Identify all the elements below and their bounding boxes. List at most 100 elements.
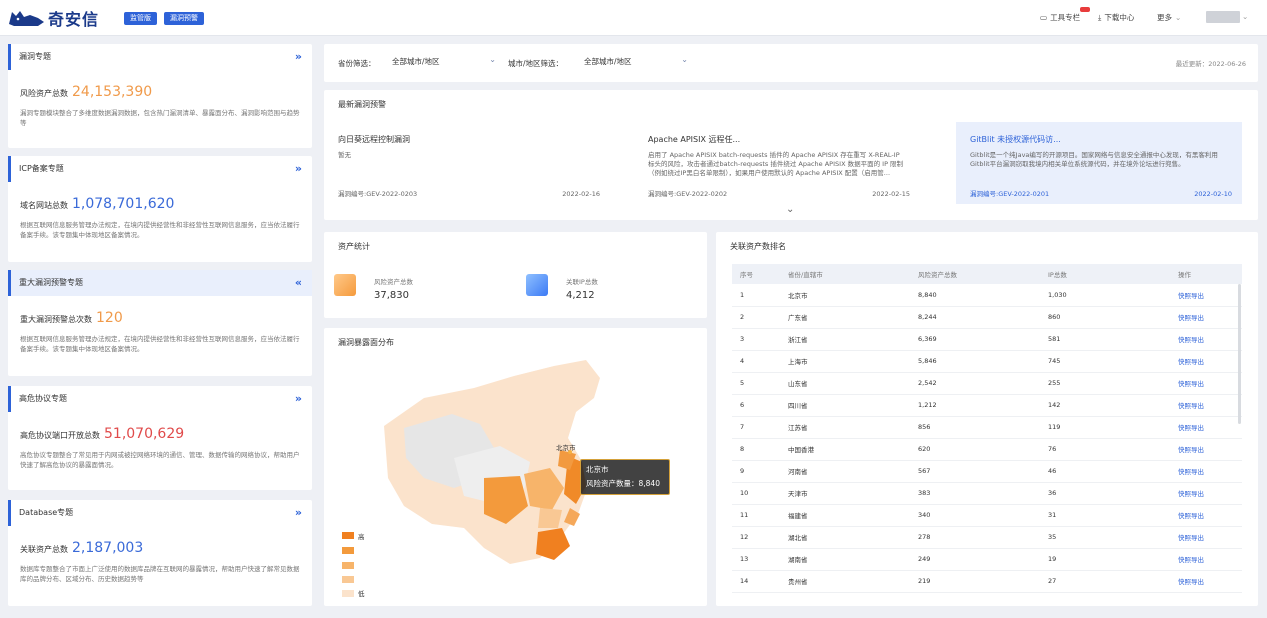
table-cell: 湖北省 <box>780 526 910 549</box>
table-row: 1 北京市 8,840 1,030 快照导出 <box>732 284 1242 307</box>
chevron-down-icon: ⌄ <box>1175 13 1182 22</box>
metric-value: 51,070,629 <box>104 426 185 442</box>
table-cell: 278 <box>910 526 1040 549</box>
table-cell: 12 <box>732 526 780 549</box>
new-badge <box>1080 7 1090 12</box>
province-filter-label: 省份筛选： <box>338 59 376 68</box>
topic-card-header[interactable]: Database专题 » <box>8 500 312 526</box>
top-bar: 奇安信 监管版 漏洞预警 ▭ 工具专栏 ⤓ 下载中心 更多 ⌄ ⌄ <box>0 0 1267 36</box>
table-cell: 6,369 <box>910 328 1040 351</box>
snapshot-export-link[interactable]: 快照导出 <box>1170 504 1242 527</box>
user-avatar[interactable] <box>1206 11 1240 23</box>
table-cell: 5,846 <box>910 350 1040 373</box>
snapshot-export-link[interactable]: 快照导出 <box>1170 372 1242 395</box>
latest-warnings-panel: 最新漏洞预警 向日葵远程控制漏洞 暂无 漏洞编号:GEV-2022-0203 2… <box>324 90 1258 220</box>
topic-card-header[interactable]: 重大漏洞预警专题 « <box>8 270 312 296</box>
section-title: 最新漏洞预警 <box>338 100 386 109</box>
double-chevron-right-icon[interactable]: » <box>295 44 302 70</box>
tag-vuln-warning[interactable]: 漏洞预警 <box>164 12 204 25</box>
topic-card-header[interactable]: 高危协议专题 » <box>8 386 312 412</box>
topic-card[interactable]: 漏洞专题 » 风险资产总数 24,153,390 漏洞专题模块整合了多维度数据漏洞数… <box>8 44 312 148</box>
logo[interactable]: 奇安信 <box>8 6 99 30</box>
toolbox-icon: ▭ <box>1040 13 1048 22</box>
topic-card-header[interactable]: ICP备案专题 » <box>8 156 312 182</box>
table-cell: 8 <box>732 438 780 461</box>
table-row: 13 湖南省 249 19 快照导出 <box>732 548 1242 571</box>
table-scrollbar[interactable] <box>1238 284 1241 424</box>
table-cell: 860 <box>1040 306 1170 329</box>
warning-id: 漏洞编号:GEV-2022-0201 <box>970 190 1050 198</box>
table-cell: 9 <box>732 460 780 483</box>
metric-label: 域名网站总数 <box>20 201 68 210</box>
topic-title: 高危协议专题 <box>19 394 67 403</box>
double-chevron-right-icon[interactable]: » <box>295 386 302 412</box>
warning-desc: Gitblit是一个纯Java编写的开源项目。国家网络与信息安全通报中心发现，有… <box>970 151 1218 168</box>
metric-value: 120 <box>96 310 123 326</box>
tools-menu[interactable]: ▭ 工具专栏 <box>1040 12 1080 23</box>
table-cell: 6 <box>732 394 780 417</box>
section-title: 资产统计 <box>338 242 370 251</box>
double-chevron-left-icon[interactable]: « <box>295 270 302 296</box>
topic-card[interactable]: 重大漏洞预警专题 « 重大漏洞预警总次数 120 根据互联网信息服务管理办法规定，在… <box>8 270 312 376</box>
snapshot-export-link[interactable]: 快照导出 <box>1170 284 1242 307</box>
snapshot-export-link[interactable]: 快照导出 <box>1170 416 1242 439</box>
tag-supervision[interactable]: 监管版 <box>124 12 157 25</box>
risk-asset-value: 37,830 <box>374 290 409 301</box>
download-label: 下载中心 <box>1104 13 1135 22</box>
topic-title: 漏洞专题 <box>19 52 51 61</box>
snapshot-export-link[interactable]: 快照导出 <box>1170 548 1242 571</box>
double-chevron-right-icon[interactable]: » <box>295 156 302 182</box>
double-chevron-right-icon[interactable]: » <box>295 500 302 526</box>
snapshot-export-link[interactable]: 快照导出 <box>1170 394 1242 417</box>
table-row: 12 湖北省 278 35 快照导出 <box>732 526 1242 549</box>
warning-item[interactable]: GitBlit 未授权源代码访... Gitblit是一个纯Java编写的开源项… <box>956 122 1242 204</box>
warning-date: 2022-02-16 <box>562 190 600 198</box>
table-cell: 119 <box>1040 416 1170 439</box>
expand-chevron-icon[interactable]: ⌄ <box>786 204 794 215</box>
topic-title: ICP备案专题 <box>19 164 64 173</box>
ip-label: 关联IP总数 <box>566 278 598 286</box>
snapshot-export-link[interactable]: 快照导出 <box>1170 328 1242 351</box>
table-cell: 745 <box>1040 350 1170 373</box>
snapshot-export-link[interactable]: 快照导出 <box>1170 460 1242 483</box>
table-cell: 天津市 <box>780 482 910 505</box>
table-row: 11 福建省 340 31 快照导出 <box>732 504 1242 527</box>
column-header: 省份/直辖市 <box>780 264 910 284</box>
snapshot-export-link[interactable]: 快照导出 <box>1170 482 1242 505</box>
table-cell: 219 <box>910 570 1040 593</box>
download-center[interactable]: ⤓ 下载中心 <box>1098 12 1134 23</box>
table-cell: 1,212 <box>910 394 1040 417</box>
snapshot-export-link[interactable]: 快照导出 <box>1170 350 1242 373</box>
snapshot-export-link[interactable]: 快照导出 <box>1170 306 1242 329</box>
city-filter-label: 城市/地区筛选： <box>508 59 564 68</box>
topic-title: Database专题 <box>19 508 74 517</box>
legend-high: 高 <box>358 532 365 541</box>
city-select[interactable]: 全部城市/地区 ⌄ <box>584 55 692 70</box>
table-cell: 7 <box>732 416 780 439</box>
topic-metric: 域名网站总数 1,078,701,620 <box>20 196 174 212</box>
table-cell: 19 <box>1040 548 1170 571</box>
table-cell: 山东省 <box>780 372 910 395</box>
table-row: 8 中国香港 620 76 快照导出 <box>732 438 1242 461</box>
topic-card[interactable]: Database专题 » 关联资产总数 2,187,003 数据库专题整合了市面上广… <box>8 500 312 606</box>
snapshot-export-link[interactable]: 快照导出 <box>1170 570 1242 593</box>
topic-description: 漏洞专题模块整合了多维度数据漏洞数据，包含热门漏洞清单、暴露面分布、漏洞影响范围… <box>20 109 300 127</box>
table-cell: 5 <box>732 372 780 395</box>
user-chevron-icon[interactable]: ⌄ <box>1242 12 1248 21</box>
more-menu[interactable]: 更多 ⌄ <box>1157 12 1181 23</box>
topic-card[interactable]: ICP备案专题 » 域名网站总数 1,078,701,620 根据互联网信息服务管理… <box>8 156 312 262</box>
metric-label: 关联资产总数 <box>20 545 68 554</box>
exposure-map-panel: 漏洞暴露面分布 北京市 高 低 北京市 风险资产数量：8,840 <box>324 328 707 606</box>
warning-item[interactable]: Apache APISIX 远程任... 启用了 Apache APISIX b… <box>634 122 920 204</box>
warning-desc: 启用了 Apache APISIX batch-requests 插件的 Apa… <box>648 151 904 177</box>
province-select[interactable]: 全部城市/地区 ⌄ <box>392 55 500 70</box>
snapshot-export-link[interactable]: 快照导出 <box>1170 526 1242 549</box>
table-row: 3 浙江省 6,369 581 快照导出 <box>732 328 1242 351</box>
warning-id: 漏洞编号:GEV-2022-0203 <box>338 190 418 198</box>
chevron-down-icon: ⌄ <box>489 55 496 64</box>
warning-item[interactable]: 向日葵远程控制漏洞 暂无 漏洞编号:GEV-2022-0203 2022-02-… <box>324 122 610 204</box>
topic-card-header[interactable]: 漏洞专题 » <box>8 44 312 70</box>
topic-card[interactable]: 高危协议专题 » 高危协议端口开放总数 51,070,629 高危协议专题整合了常见… <box>8 386 312 490</box>
topic-description: 数据库专题整合了市面上广泛使用的数据库品牌在互联网的暴露情况，帮助用户快速了解常… <box>20 565 300 583</box>
snapshot-export-link[interactable]: 快照导出 <box>1170 438 1242 461</box>
